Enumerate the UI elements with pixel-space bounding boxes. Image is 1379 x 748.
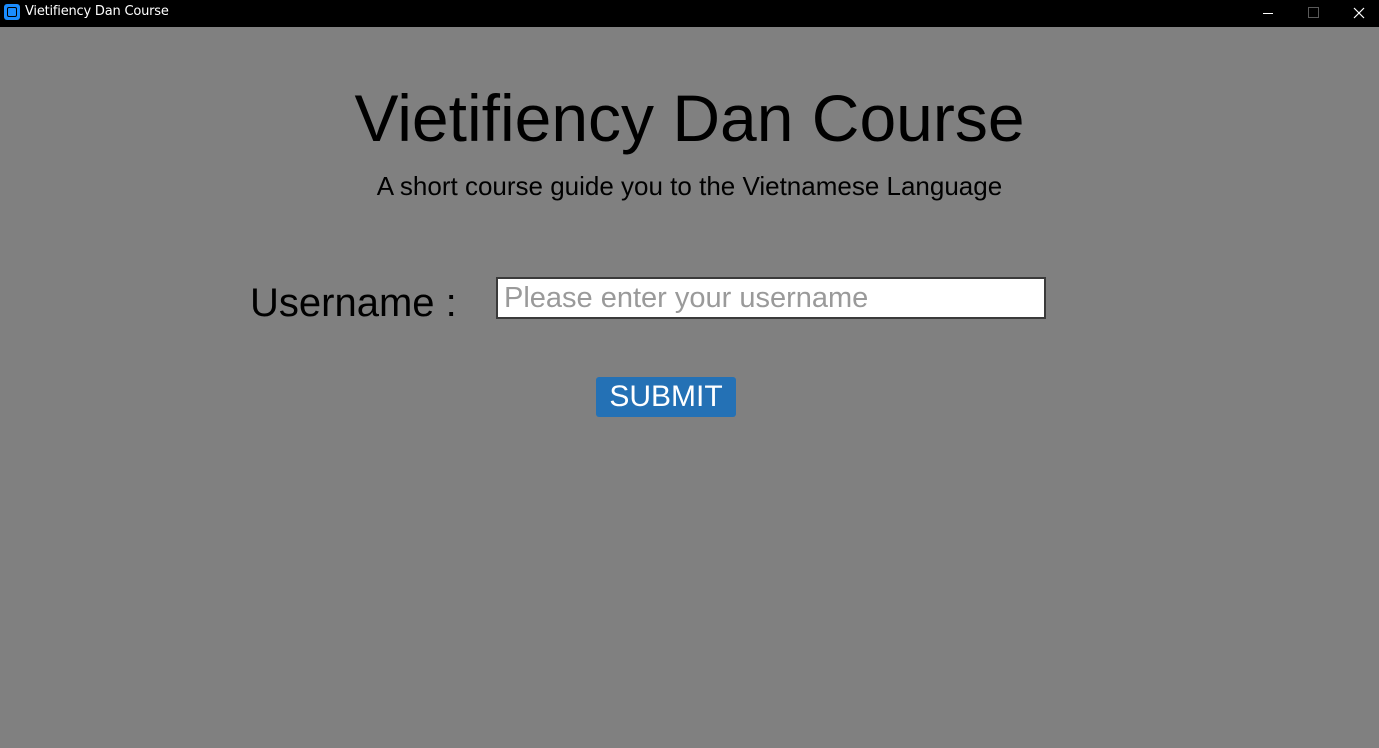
maximize-icon	[1308, 7, 1319, 18]
main-content: Vietifiency Dan Course A short course gu…	[0, 27, 1379, 748]
minimize-icon	[1263, 13, 1273, 14]
minimize-button[interactable]	[1245, 0, 1291, 26]
window-titlebar[interactable]: Vietifiency Dan Course	[0, 0, 1379, 26]
app-icon	[4, 4, 20, 20]
close-button[interactable]	[1336, 0, 1379, 26]
submit-button[interactable]: SUBMIT	[596, 377, 736, 417]
close-icon	[1353, 7, 1365, 19]
maximize-button[interactable]	[1290, 0, 1336, 26]
username-label: Username :	[250, 281, 457, 325]
username-input[interactable]	[496, 277, 1046, 319]
page-subtitle: A short course guide you to the Vietname…	[376, 171, 1003, 201]
page-title: Vietifiency Dan Course	[354, 81, 1025, 155]
window-title: Vietifiency Dan Course	[25, 4, 169, 19]
